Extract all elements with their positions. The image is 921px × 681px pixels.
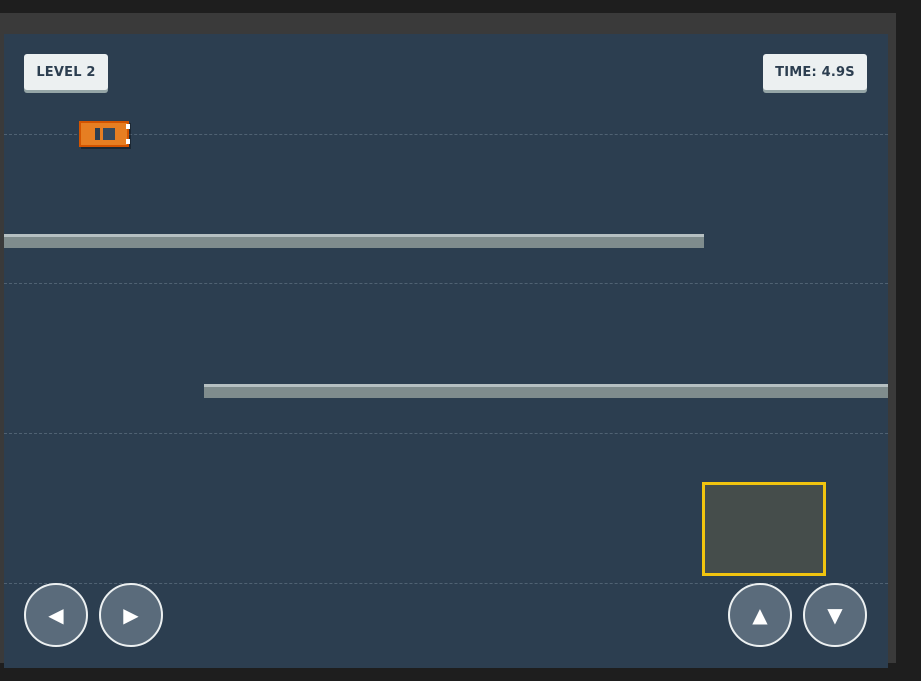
arrow-right-icon: ▶ bbox=[123, 603, 139, 627]
move-up-button[interactable]: ▲ bbox=[728, 583, 792, 647]
car-window bbox=[103, 128, 115, 140]
arrow-up-icon: ▲ bbox=[752, 603, 768, 627]
lane-divider bbox=[4, 134, 888, 135]
game-frame: LEVEL 2 TIME: 4.9S ◀ ▶ ▲ ▼ bbox=[0, 13, 896, 668]
lane-divider bbox=[4, 283, 888, 284]
game-board: LEVEL 2 TIME: 4.9S ◀ ▶ ▲ ▼ bbox=[4, 34, 888, 668]
lane-divider bbox=[4, 433, 888, 434]
arrow-down-icon: ▼ bbox=[827, 603, 843, 627]
barrier-wall-upper bbox=[4, 234, 704, 248]
parking-spot-target bbox=[702, 482, 826, 576]
move-down-button[interactable]: ▼ bbox=[803, 583, 867, 647]
move-right-button[interactable]: ▶ bbox=[99, 583, 163, 647]
car-icon bbox=[79, 121, 130, 147]
car-headlight bbox=[126, 139, 130, 144]
move-left-button[interactable]: ◀ bbox=[24, 583, 88, 647]
car-window bbox=[95, 128, 100, 140]
level-indicator: LEVEL 2 bbox=[24, 54, 108, 90]
timer-display: TIME: 4.9S bbox=[763, 54, 867, 90]
arrow-left-icon: ◀ bbox=[48, 603, 64, 627]
barrier-wall-lower bbox=[204, 384, 888, 398]
car-headlight bbox=[126, 124, 130, 129]
